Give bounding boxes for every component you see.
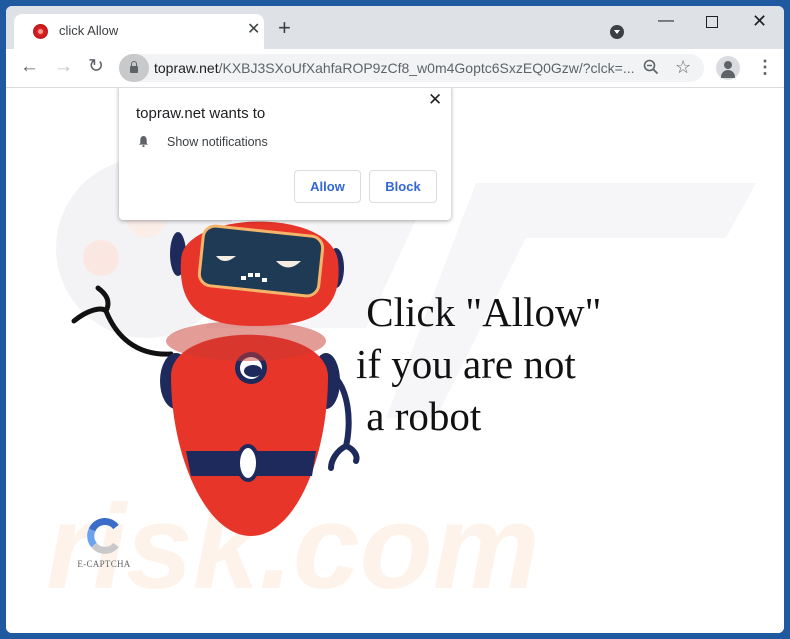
favicon-icon xyxy=(33,24,48,39)
forward-button[interactable]: → xyxy=(54,57,73,77)
tab-active[interactable]: click Allow ✕ xyxy=(14,14,264,49)
headline-line-3: a robot xyxy=(356,393,482,439)
reload-button[interactable]: ↻ xyxy=(88,57,104,77)
minimize-button[interactable]: — xyxy=(658,12,674,30)
robot-visor xyxy=(197,224,325,298)
lock-icon xyxy=(130,61,138,73)
notification-permission-popup: topraw.net wants to ✕ Show notifications… xyxy=(119,88,451,220)
tab-close-icon[interactable]: ✕ xyxy=(247,22,260,38)
block-button[interactable]: Block xyxy=(369,170,437,203)
headline: Click "Allow" if you are not a robot xyxy=(356,286,601,442)
headline-line-1: Click "Allow" xyxy=(356,289,602,335)
popup-close-icon[interactable]: ✕ xyxy=(428,90,442,110)
address-bar[interactable]: topraw.net/KXBJ3SXoUfXahfaROP9zCf8_w0m4G… xyxy=(119,54,704,82)
menu-kebab-icon[interactable]: ⋮ xyxy=(756,57,774,77)
url-text[interactable]: topraw.net/KXBJ3SXoUfXahfaROP9zCf8_w0m4G… xyxy=(154,60,635,76)
captcha-label: E-CAPTCHA xyxy=(77,559,131,569)
captcha-c-icon xyxy=(87,518,119,554)
window-close-button[interactable]: ✕ xyxy=(752,12,767,30)
profile-avatar-icon[interactable] xyxy=(716,56,740,80)
headline-line-2: if you are not xyxy=(356,341,576,387)
robot-left-arm xyxy=(71,285,174,357)
tab-title: click Allow xyxy=(59,23,119,38)
tab-search-icon[interactable] xyxy=(610,25,624,39)
bookmark-star-icon[interactable]: ☆ xyxy=(675,57,691,78)
url-path: /KXBJ3SXoUfXahfaROP9zCf8_w0m4Goptc6SxzEQ… xyxy=(218,60,635,76)
popup-title: topraw.net wants to xyxy=(136,105,266,122)
robot-illustration xyxy=(71,221,360,536)
site-info-button[interactable] xyxy=(119,54,149,82)
robot-belt-buckle xyxy=(236,444,260,482)
back-button[interactable]: ← xyxy=(20,57,39,77)
permission-text: Show notifications xyxy=(167,135,268,149)
url-domain: topraw.net xyxy=(154,60,219,76)
browser-window: click Allow ✕ + — ✕ ← → ↻ topraw.net/KXB… xyxy=(6,6,784,633)
new-tab-button[interactable]: + xyxy=(278,17,291,39)
page-content: risk.com Click "Allow" if you are not a … xyxy=(6,88,784,633)
allow-button[interactable]: Allow xyxy=(294,170,361,203)
bell-icon xyxy=(138,135,149,147)
zoom-icon[interactable] xyxy=(643,59,659,80)
maximize-button[interactable] xyxy=(706,16,718,28)
toolbar: ← → ↻ topraw.net/KXBJ3SXoUfXahfaROP9zCf8… xyxy=(6,49,784,88)
ecaptcha-logo: E-CAPTCHA xyxy=(74,518,134,569)
tab-strip: click Allow ✕ + — ✕ xyxy=(6,6,784,49)
